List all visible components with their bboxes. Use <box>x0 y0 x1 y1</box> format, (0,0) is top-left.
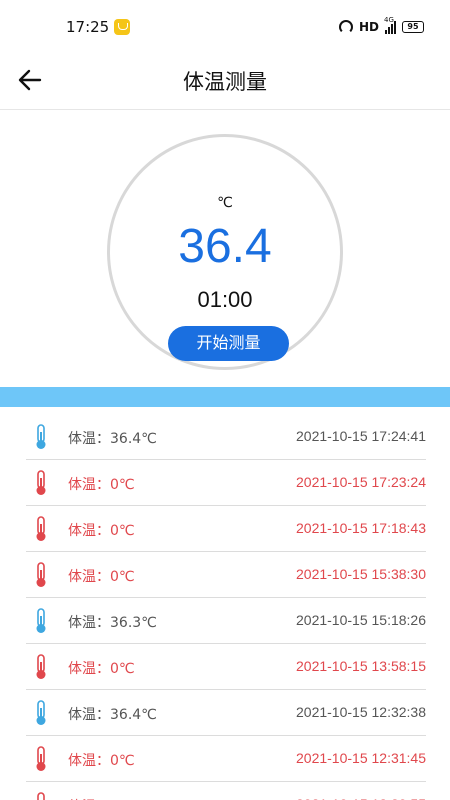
battery-icon: 95 <box>402 21 424 33</box>
signal-icon: 4G <box>384 16 396 34</box>
record-temperature: 体温：36.4℃ <box>68 707 157 723</box>
temperature-unit: ℃ <box>217 195 233 211</box>
record-timestamp: 2021-10-15 15:38:30 <box>296 566 426 582</box>
record-temperature: 体温：0℃ <box>68 569 135 585</box>
thermometer-red-icon <box>36 516 46 541</box>
thermometer-blue-icon <box>36 700 46 725</box>
record-row[interactable]: 体温：0℃ 2021-10-15 15:38:30 <box>26 552 426 598</box>
thermometer-red-icon <box>36 562 46 587</box>
record-temperature: 体温：0℃ <box>68 753 135 769</box>
record-row[interactable]: 体温：0℃ 2021-10-15 17:23:24 <box>26 460 426 506</box>
thermometer-red-icon <box>36 470 46 495</box>
record-row[interactable]: 体温：36.4℃ 2021-10-15 12:32:38 <box>26 690 426 736</box>
thermometer-blue-icon <box>36 424 46 449</box>
header: 体温测量 <box>0 52 450 110</box>
temperature-dial: ℃ 36.4 01:00 开始测量 <box>107 134 343 370</box>
status-bar: 17:25 HD 4G 95 <box>0 0 450 52</box>
record-timestamp: 2021-10-15 15:18:26 <box>296 612 426 628</box>
record-temperature: 体温：0℃ <box>68 477 135 493</box>
record-row[interactable]: 体温：0℃ 2021-10-15 12:31:45 <box>26 736 426 782</box>
signal-label: 4G <box>384 16 394 24</box>
record-row[interactable]: 体温：0℃ 2021-10-15 17:18:43 <box>26 506 426 552</box>
divider-band <box>0 387 450 407</box>
speed-icon <box>338 20 353 34</box>
record-timestamp: 2021-10-15 17:23:24 <box>296 474 426 490</box>
thermometer-blue-icon <box>36 608 46 633</box>
record-list[interactable]: 体温：36.4℃ 2021-10-15 17:24:41 体温：0℃ 2021-10-… <box>0 407 450 800</box>
status-time: 17:25 <box>66 18 110 36</box>
status-indicators: HD 4G 95 <box>338 16 424 36</box>
app-notification-icon <box>114 19 130 35</box>
record-timestamp: 2021-10-15 13:58:15 <box>296 658 426 674</box>
network-type: HD <box>358 20 379 34</box>
page-title: 体温测量 <box>183 70 267 94</box>
record-timestamp: 2021-10-15 12:32:38 <box>296 704 426 720</box>
record-row[interactable]: 体温：36.3℃ 2021-10-15 15:18:26 <box>26 598 426 644</box>
countdown-timer: 01:00 <box>197 287 253 312</box>
temperature-value: 36.4 <box>178 220 272 273</box>
record-temperature: 体温：0℃ <box>68 661 135 677</box>
record-temperature: 体温：36.4℃ <box>68 431 157 447</box>
record-timestamp: 2021-10-15 12:31:45 <box>296 750 426 766</box>
record-temperature: 体温：36.3℃ <box>68 615 157 631</box>
record-row[interactable]: 体温：0℃ 2021-10-15 13:58:15 <box>26 644 426 690</box>
record-temperature: 体温：0℃ <box>68 523 135 539</box>
record-timestamp: 2021-10-15 17:24:41 <box>296 428 426 444</box>
record-row[interactable]: 体温：0℃ 2021-10-15 12:30:55 <box>26 782 426 800</box>
record-timestamp: 2021-10-15 12:30:55 <box>296 796 426 800</box>
record-row[interactable]: 体温：36.4℃ 2021-10-15 17:24:41 <box>26 414 426 460</box>
start-measure-button[interactable]: 开始测量 <box>168 326 289 361</box>
thermometer-red-icon <box>36 746 46 771</box>
measure-panel: ℃ 36.4 01:00 开始测量 <box>0 111 450 387</box>
thermometer-red-icon <box>37 792 45 800</box>
record-timestamp: 2021-10-15 17:18:43 <box>296 520 426 536</box>
thermometer-red-icon <box>36 654 46 679</box>
record-temperature: 体温：0℃ <box>68 796 135 800</box>
